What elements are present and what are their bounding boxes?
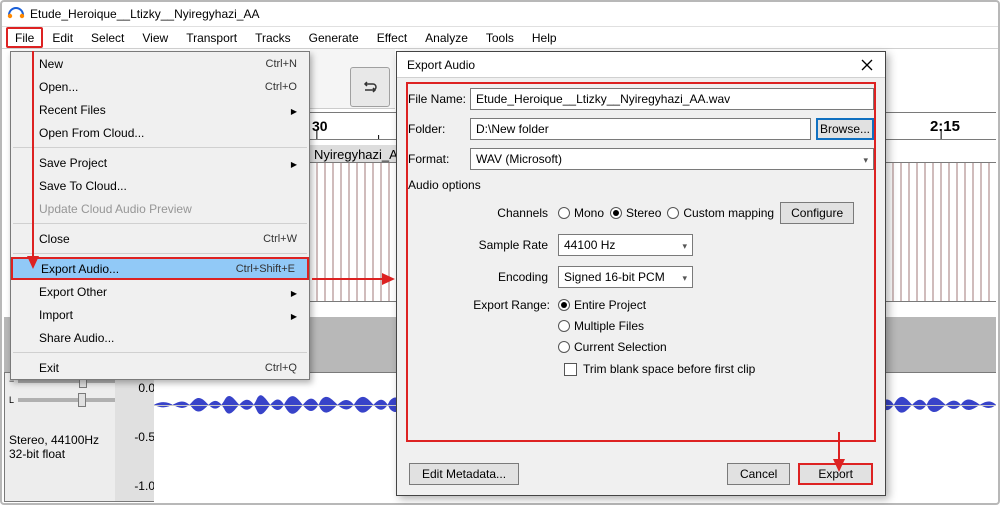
dialog-title: Export Audio: [407, 58, 475, 72]
menu-transport[interactable]: Transport: [177, 27, 246, 48]
menu-item-export-audio[interactable]: Export Audio...Ctrl+Shift+E: [11, 257, 309, 280]
menu-item-open-cloud[interactable]: Open From Cloud...: [11, 121, 309, 144]
menu-generate[interactable]: Generate: [300, 27, 368, 48]
encoding-label: Encoding: [408, 270, 558, 284]
amplitude-ruler: 0.0 -0.5 -1.0: [115, 373, 155, 501]
menu-analyze[interactable]: Analyze: [416, 27, 477, 48]
menu-select[interactable]: Select: [82, 27, 133, 48]
menu-item-recent[interactable]: Recent Files: [11, 98, 309, 121]
export-range-label: Export Range:: [458, 298, 558, 312]
track-control-panel: − + L R Stereo, 44100Hz 32-bit float 0.0…: [4, 372, 154, 502]
title-bar: Etude_Heroique__Ltizky__Nyiregyhazi_AA: [2, 2, 998, 27]
cancel-button[interactable]: Cancel: [727, 463, 790, 485]
dialog-close-button[interactable]: [855, 55, 879, 75]
menu-item-close[interactable]: CloseCtrl+W: [11, 227, 309, 250]
trim-checkbox[interactable]: [564, 363, 577, 376]
annotation-arrow-export: [832, 432, 846, 472]
chevron-down-icon: [863, 152, 868, 166]
annotation-arrow-down: [26, 51, 40, 271]
format-label: Format:: [408, 152, 470, 166]
menu-bar: File Edit Select View Transport Tracks G…: [2, 27, 998, 49]
filename-label: File Name:: [408, 92, 470, 106]
menu-item-save-cloud[interactable]: Save To Cloud...: [11, 174, 309, 197]
channels-label: Channels: [408, 206, 558, 220]
file-menu-dropdown: NewCtrl+N Open...Ctrl+O Recent Files Ope…: [10, 51, 310, 380]
menu-item-export-other[interactable]: Export Other: [11, 280, 309, 303]
samplerate-select[interactable]: 44100 Hz: [558, 234, 693, 256]
close-icon: [861, 59, 873, 71]
menu-item-import[interactable]: Import: [11, 303, 309, 326]
filename-input[interactable]: [470, 88, 874, 110]
menu-item-save-project[interactable]: Save Project: [11, 151, 309, 174]
configure-button[interactable]: Configure: [780, 202, 854, 224]
trim-label: Trim blank space before first clip: [583, 362, 755, 376]
browse-button[interactable]: Browse...: [816, 118, 874, 140]
menu-help[interactable]: Help: [523, 27, 566, 48]
menu-tools[interactable]: Tools: [477, 27, 523, 48]
radio-custom[interactable]: Custom mapping: [667, 206, 774, 220]
annotation-arrow-right: [312, 272, 396, 286]
audio-options-label: Audio options: [408, 178, 874, 192]
chevron-down-icon: [682, 238, 687, 252]
chevron-down-icon: [682, 270, 687, 284]
menu-effect[interactable]: Effect: [368, 27, 416, 48]
loop-button[interactable]: [350, 67, 390, 107]
menu-item-update-cloud: Update Cloud Audio Preview: [11, 197, 309, 220]
menu-tracks[interactable]: Tracks: [246, 27, 300, 48]
menu-file[interactable]: File: [6, 27, 43, 48]
app-icon: [7, 5, 25, 23]
radio-multiple-files[interactable]: Multiple Files: [558, 319, 644, 333]
track-bitdepth-info: 32-bit float: [9, 447, 99, 461]
menu-item-new[interactable]: NewCtrl+N: [11, 52, 309, 75]
menu-edit[interactable]: Edit: [43, 27, 82, 48]
samplerate-label: Sample Rate: [408, 238, 558, 252]
menu-item-exit[interactable]: ExitCtrl+Q: [11, 356, 309, 379]
track-format-info: Stereo, 44100Hz: [9, 433, 99, 447]
folder-input[interactable]: [470, 118, 811, 140]
export-audio-dialog: Export Audio File Name: Folder: Browse..…: [396, 51, 886, 496]
radio-mono[interactable]: Mono: [558, 206, 604, 220]
menu-item-open[interactable]: Open...Ctrl+O: [11, 75, 309, 98]
radio-entire-project[interactable]: Entire Project: [558, 298, 646, 312]
edit-metadata-button[interactable]: Edit Metadata...: [409, 463, 519, 485]
toolbar-fragment: [310, 49, 395, 109]
dialog-titlebar: Export Audio: [397, 52, 885, 78]
encoding-select[interactable]: Signed 16-bit PCM: [558, 266, 693, 288]
menu-item-share[interactable]: Share Audio...: [11, 326, 309, 349]
radio-stereo[interactable]: Stereo: [610, 206, 661, 220]
menu-view[interactable]: View: [133, 27, 177, 48]
folder-label: Folder:: [408, 122, 470, 136]
window-title: Etude_Heroique__Ltizky__Nyiregyhazi_AA: [30, 7, 259, 21]
radio-current-selection[interactable]: Current Selection: [558, 340, 667, 354]
format-select[interactable]: WAV (Microsoft): [470, 148, 874, 170]
